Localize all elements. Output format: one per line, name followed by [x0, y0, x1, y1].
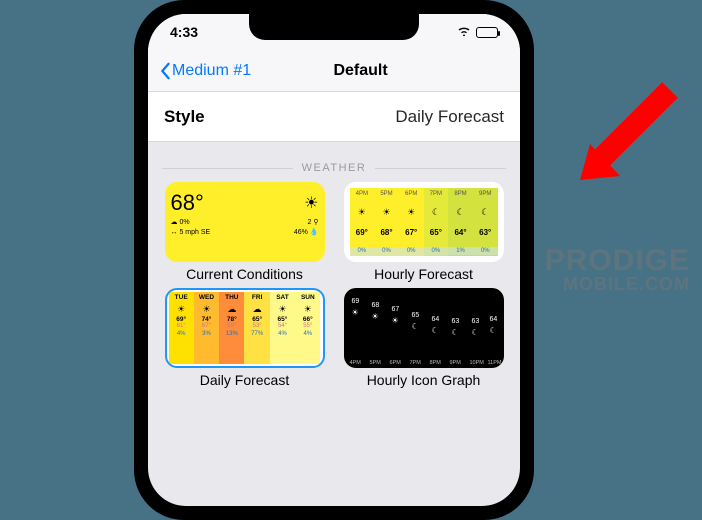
widget-current-preview: 68° ☀ ☁ 0% 2 ⚲ ↔ 5 mph SE 46% 💧	[165, 182, 325, 262]
battery-icon	[476, 27, 498, 38]
style-value: Daily Forecast	[395, 107, 504, 127]
section-weather-label: WEATHER	[162, 162, 506, 174]
widget-daily-forecast[interactable]: TUE☀69°61°4%WED☀74°67°3%THU☁78°59°13%FRI…	[162, 288, 327, 388]
widget-current-label: Current Conditions	[186, 266, 303, 282]
widget-daily-label: Daily Forecast	[200, 372, 289, 388]
hourly-col: 4PM☀69°0%	[350, 188, 375, 256]
wifi-icon	[457, 25, 471, 39]
hourly-col: 9PM☾63°0%	[473, 188, 498, 256]
page-title: Default	[211, 62, 510, 80]
widget-current-conditions[interactable]: 68° ☀ ☁ 0% 2 ⚲ ↔ 5 mph SE 46% 💧 Current …	[162, 182, 327, 282]
nav-header: Medium #1 Default	[148, 50, 520, 92]
hourly-col: 5PM☀68°0%	[374, 188, 399, 256]
widget-daily-preview: TUE☀69°61°4%WED☀74°67°3%THU☁78°59°13%FRI…	[165, 288, 325, 368]
content: WEATHER 68° ☀ ☁ 0% 2 ⚲ ↔ 5 mph SE	[148, 142, 520, 398]
cc-uv: 2 ⚲	[308, 218, 319, 226]
style-label: Style	[164, 107, 205, 127]
widget-hourly-preview: 4PM☀69°0%5PM☀68°0%6PM☀67°0%7PM☾65°0%8PM☾…	[344, 182, 504, 262]
watermark-line1: PRODIGE	[545, 244, 690, 278]
widget-hourly-forecast[interactable]: 4PM☀69°0%5PM☀68°0%6PM☀67°0%7PM☾65°0%8PM☾…	[341, 182, 506, 282]
widget-icongraph-label: Hourly Icon Graph	[367, 372, 481, 388]
screen: 4:33 Medium #1 Default Style Daily Forec…	[148, 14, 520, 506]
cc-wind: ↔ 5 mph SE	[171, 229, 211, 236]
daily-col: SUN☀66°55°4%	[295, 292, 320, 364]
notch	[249, 14, 419, 40]
status-right	[457, 25, 498, 39]
phone-frame: 4:33 Medium #1 Default Style Daily Forec…	[134, 0, 534, 520]
widget-grid: 68° ☀ ☁ 0% 2 ⚲ ↔ 5 mph SE 46% 💧 Current …	[162, 182, 506, 388]
daily-col: WED☀74°67°3%	[194, 292, 219, 364]
cc-temp: 68°	[171, 190, 204, 216]
daily-col: THU☁78°59°13%	[219, 292, 244, 364]
cc-precip: ☁ 0%	[171, 218, 190, 226]
cc-humidity: 46% 💧	[294, 228, 319, 236]
daily-col: SAT☀65°54°4%	[270, 292, 295, 364]
style-row[interactable]: Style Daily Forecast	[148, 92, 520, 142]
hourly-col: 6PM☀67°0%	[399, 188, 424, 256]
status-time: 4:33	[170, 24, 198, 40]
chevron-left-icon	[158, 62, 172, 80]
sun-icon: ☀	[304, 193, 318, 213]
daily-col: FRI☁65°53°77%	[244, 292, 269, 364]
widget-hourly-icon-graph[interactable]: 69☀4PM68☀5PM67☀6PM65☾7PM64☾8PM63☾9PM63☾1…	[341, 288, 506, 388]
hourly-col: 7PM☾65°0%	[424, 188, 449, 256]
widget-icongraph-preview: 69☀4PM68☀5PM67☀6PM65☾7PM64☾8PM63☾9PM63☾1…	[344, 288, 504, 368]
pointer-arrow-icon	[540, 80, 680, 200]
widget-hourly-label: Hourly Forecast	[374, 266, 473, 282]
daily-col: TUE☀69°61°4%	[169, 292, 194, 364]
hourly-col: 8PM☾64°1%	[448, 188, 473, 256]
watermark-line2: MOBILE.COM	[563, 274, 690, 295]
